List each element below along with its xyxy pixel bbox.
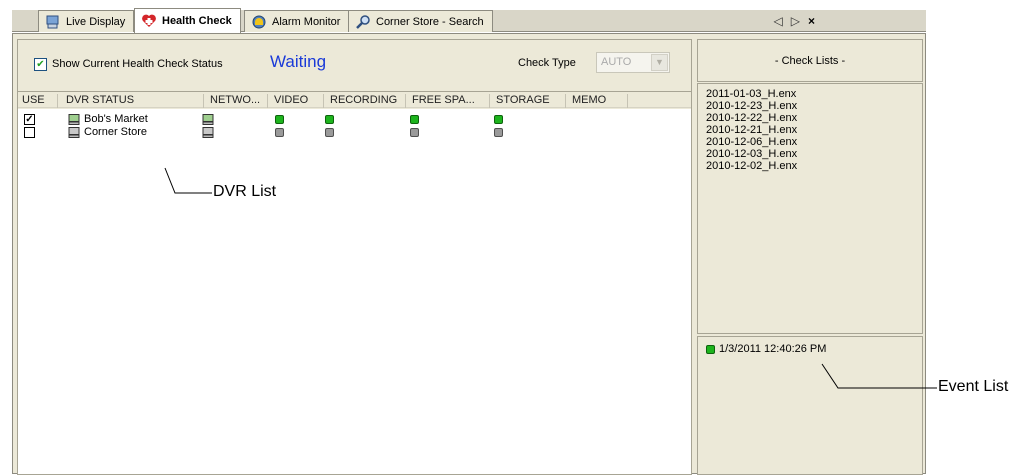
dvr-list-annotation: DVR List [213, 183, 277, 200]
alarm-monitor-icon [251, 14, 267, 30]
recording-status-indicator [325, 128, 334, 137]
network-icon [202, 114, 214, 125]
column-header-video[interactable]: VIDEO [274, 94, 324, 108]
chevron-down-icon[interactable]: ▼ [651, 54, 668, 71]
video-status-indicator [275, 115, 284, 124]
tab-health-check[interactable]: Health Check [134, 8, 241, 33]
tab-alarm-monitor[interactable]: Alarm Monitor [244, 10, 350, 32]
check-type-value: AUTO [601, 56, 632, 68]
tab-label: Corner Store - Search [376, 15, 484, 28]
event-list-annotation: Event List [938, 378, 1009, 395]
tab-label: Live Display [66, 15, 126, 28]
list-item[interactable]: 2010-12-21_H.enx [706, 124, 922, 136]
dvr-name: Corner Store [84, 126, 147, 138]
dvr-list-header: USE DVR STATUS NETWO... VIDEO RECORDING … [18, 91, 691, 108]
tab-corner-store-search[interactable]: Corner Store - Search [348, 10, 493, 32]
check-lists-panel: - Check Lists - 2011-01-03_H.enx 2010-12… [697, 39, 923, 475]
dvr-icon [68, 127, 80, 138]
check-lists-header: - Check Lists - [697, 39, 923, 82]
event-list: 1/3/2011 12:40:26 PM [697, 336, 923, 475]
event-item[interactable]: 1/3/2011 12:40:26 PM [706, 344, 922, 355]
health-check-panel: ✔ Show Current Health Check Status Waiti… [12, 33, 926, 475]
show-status-label: Show Current Health Check Status [52, 58, 223, 70]
check-type-select[interactable]: AUTO ▼ [596, 52, 670, 73]
tab-live-display[interactable]: Live Display [38, 10, 135, 32]
search-icon [355, 14, 371, 30]
status-toolbar: ✔ Show Current Health Check Status Waiti… [18, 40, 691, 86]
use-checkbox[interactable] [24, 127, 35, 138]
video-status-indicator [275, 128, 284, 137]
list-item[interactable]: 2010-12-02_H.enx [706, 160, 922, 172]
column-header-storage[interactable]: STORAGE [496, 94, 566, 108]
dvr-list: ✓ Bob's Market Corner Store [18, 109, 691, 474]
column-header-use[interactable]: USE [22, 94, 58, 108]
list-item[interactable]: 2010-12-06_H.enx [706, 136, 922, 148]
event-text: 1/3/2011 12:40:26 PM [719, 343, 827, 355]
health-check-icon [141, 13, 157, 29]
list-item[interactable]: 2011-01-03_H.enx [706, 88, 922, 100]
tab-strip: Live Display Health Check Alarm Monitor … [0, 0, 926, 34]
live-display-icon [45, 14, 61, 30]
storage-status-indicator [494, 128, 503, 137]
check-type-label: Check Type [518, 57, 576, 69]
column-header-recording[interactable]: RECORDING [330, 94, 406, 108]
close-tab-icon[interactable]: × [808, 14, 815, 28]
list-item[interactable]: 2010-12-22_H.enx [706, 112, 922, 124]
recording-status-indicator [325, 115, 334, 124]
list-item[interactable]: 2010-12-23_H.enx [706, 100, 922, 112]
column-header-free-space[interactable]: FREE SPA... [412, 94, 490, 108]
use-checkbox[interactable]: ✓ [24, 114, 35, 125]
dvr-name: Bob's Market [84, 113, 148, 125]
column-header-memo[interactable]: MEMO [572, 94, 628, 108]
tab-prev-icon[interactable]: ◁ [774, 14, 783, 28]
table-row[interactable]: Corner Store [18, 127, 691, 139]
free-space-status-indicator [410, 115, 419, 124]
tab-label: Alarm Monitor [272, 15, 341, 28]
network-icon [202, 127, 214, 138]
storage-status-indicator [494, 115, 503, 124]
tab-navigation: ◁ ▷ × [774, 14, 815, 28]
health-check-status-value: Waiting [270, 52, 327, 71]
tab-label: Health Check [162, 15, 232, 27]
free-space-status-indicator [410, 128, 419, 137]
column-header-dvr-status[interactable]: DVR STATUS [66, 94, 204, 108]
event-status-indicator [706, 345, 715, 354]
show-status-checkbox[interactable]: ✔ [34, 58, 47, 71]
dvr-icon [68, 114, 80, 125]
list-item[interactable]: 2010-12-03_H.enx [706, 148, 922, 160]
table-row[interactable]: ✓ Bob's Market [18, 114, 691, 126]
column-header-network[interactable]: NETWO... [210, 94, 268, 108]
check-lists: 2011-01-03_H.enx 2010-12-23_H.enx 2010-1… [697, 83, 923, 334]
dvr-list-panel: ✔ Show Current Health Check Status Waiti… [17, 39, 692, 475]
tab-next-icon[interactable]: ▷ [791, 14, 800, 28]
